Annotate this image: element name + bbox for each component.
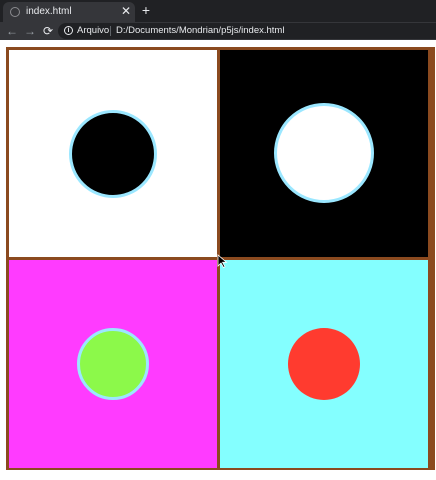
circle-top-left	[69, 110, 157, 198]
tab-title: index.html	[26, 6, 72, 17]
tab-strip: index.html ✕ +	[0, 0, 436, 22]
toolbar: ← → ⟳ i Arquivo D:/Documents/Mondrian/p5…	[0, 22, 436, 40]
mouse-cursor-icon	[217, 254, 228, 268]
cell-bottom-left	[9, 260, 217, 468]
tab-index-html[interactable]: index.html ✕	[3, 2, 135, 22]
browser-chrome: index.html ✕ + ← → ⟳ i Arquivo D:/Docume…	[0, 0, 436, 40]
globe-icon	[10, 7, 20, 17]
info-icon[interactable]: i	[64, 26, 73, 35]
url-text[interactable]: D:/Documents/Mondrian/p5js/index.html	[116, 24, 284, 38]
site-info-label[interactable]: Arquivo	[77, 24, 109, 38]
close-icon[interactable]: ✕	[120, 4, 132, 18]
circle-bottom-right	[288, 328, 360, 400]
cell-top-right	[220, 50, 428, 257]
circle-top-right	[274, 103, 374, 203]
new-tab-button[interactable]: +	[139, 3, 153, 17]
address-bar[interactable]: i Arquivo D:/Documents/Mondrian/p5js/ind…	[58, 23, 436, 39]
reload-button[interactable]: ⟳	[41, 24, 55, 38]
forward-button[interactable]: →	[23, 24, 37, 38]
circle-bottom-left	[77, 328, 149, 400]
omnibox-divider	[110, 26, 111, 36]
cell-top-left	[9, 50, 217, 257]
cell-bottom-right	[220, 260, 428, 468]
back-button[interactable]: ←	[5, 24, 19, 38]
